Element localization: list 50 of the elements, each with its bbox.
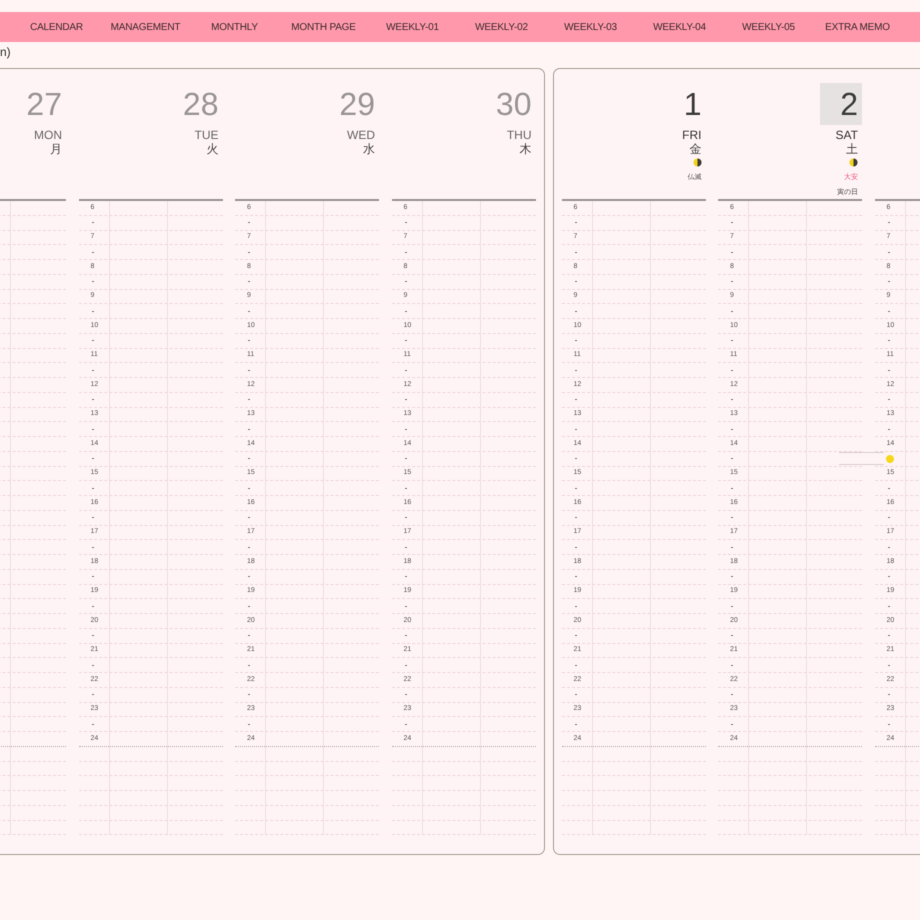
nav-tab[interactable]: WEEKLY-03 (546, 12, 635, 42)
nav-tab[interactable]: WEEKLY-02 (457, 12, 546, 42)
day-number: 29 (339, 85, 375, 124)
half-moon-icon (849, 158, 858, 167)
weekday-kanji: 火 (206, 142, 218, 156)
weekday-kanji: 土 (846, 142, 858, 156)
half-hour-tick (731, 340, 733, 342)
half-hour-tick (248, 694, 250, 696)
half-hour-tick (731, 281, 733, 282)
half-hour-tick (248, 635, 250, 636)
day-number: 1 (684, 85, 702, 124)
day-number: 27 (26, 85, 62, 124)
half-hour-tick (731, 399, 733, 400)
half-hour-tick (731, 694, 733, 696)
weekday-label: TUE (194, 128, 218, 142)
time-marker-line (838, 452, 884, 465)
weekday-kanji: 月 (50, 142, 62, 156)
nav-tab[interactable]: MONTH PAGE (279, 12, 368, 42)
half-moon-icon (692, 158, 702, 167)
nav-tab[interactable]: MONTHLY (190, 12, 279, 42)
weekday-kanji: 木 (520, 142, 532, 156)
nav-tab[interactable]: WEEKLY-05 (724, 12, 813, 42)
weekday-label: WED (347, 128, 375, 142)
half-hour-tick (248, 517, 250, 518)
nav-tab[interactable]: EXTRA MEMO (813, 12, 902, 42)
nav-tab[interactable]: WEEKLY-04 (635, 12, 724, 42)
nav-tab[interactable]: WEEKLY-01 (368, 12, 457, 42)
half-hour-tick (731, 576, 733, 578)
weekday-label: SAT (836, 128, 858, 142)
day-number: 28 (182, 85, 218, 124)
weekday-label: MON (34, 128, 62, 142)
day-number: 2 (820, 83, 862, 125)
half-hour-tick (731, 458, 733, 460)
nav-tab[interactable]: CALENDAR (12, 12, 101, 42)
half-hour-tick (248, 576, 250, 578)
weekday-label: THU (506, 128, 532, 142)
weekday-label: FRI (682, 128, 702, 142)
nav-tab[interactable]: MANAGEMENT (101, 12, 190, 42)
weekday-kanji: 水 (363, 142, 375, 156)
half-hour-tick (731, 517, 733, 518)
half-hour-tick (248, 222, 250, 224)
half-hour-tick (248, 399, 250, 400)
weekday-kanji: 金 (690, 142, 702, 156)
half-hour-tick (248, 340, 250, 342)
half-hour-tick (248, 281, 250, 282)
header-text: n) (0, 45, 12, 59)
half-hour-tick (731, 635, 733, 636)
day-number: 30 (496, 85, 532, 124)
half-hour-tick (248, 458, 250, 460)
half-hour-tick (731, 222, 733, 224)
